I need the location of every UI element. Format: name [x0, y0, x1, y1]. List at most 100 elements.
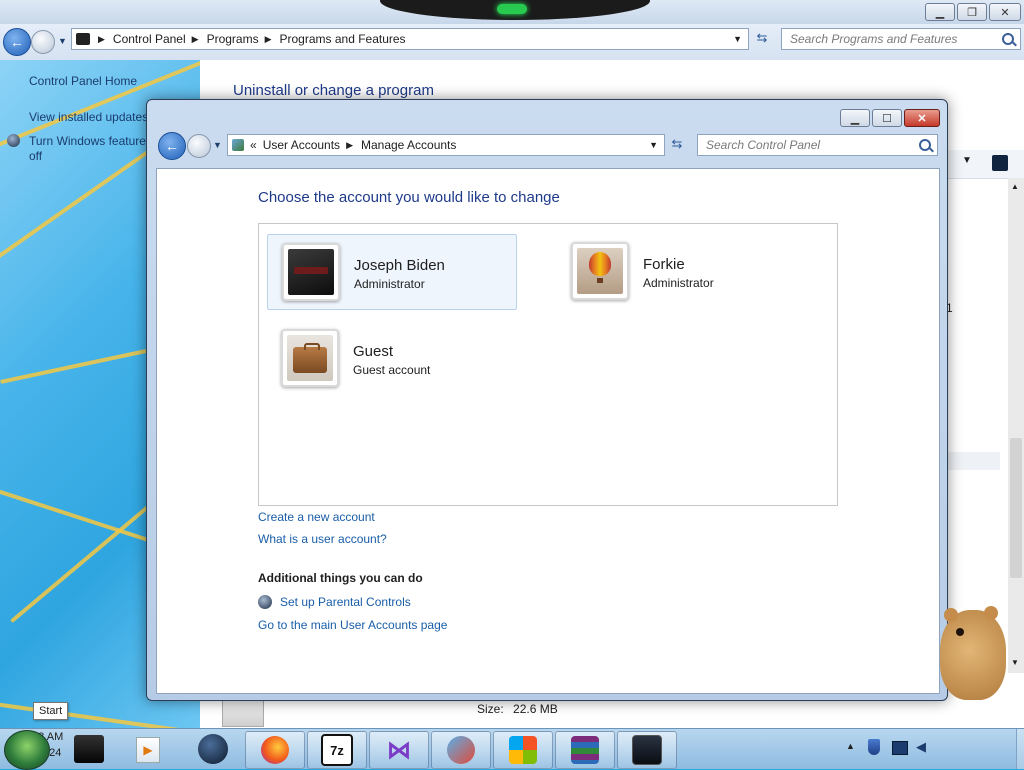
account-picture: [281, 329, 339, 387]
breadcrumb-overflow[interactable]: «: [250, 138, 257, 152]
firefox-icon: [261, 736, 289, 764]
bg-search-placeholder: Search Programs and Features: [790, 32, 958, 46]
program-icon: [222, 697, 264, 727]
main-user-accounts-link[interactable]: Go to the main User Accounts page: [258, 618, 447, 632]
globe-app-icon[interactable]: [198, 734, 228, 764]
security-shield-icon[interactable]: [868, 739, 880, 755]
hamster-body: [940, 610, 1006, 700]
monitor-app-icon: [632, 735, 662, 765]
account-type: Administrator: [643, 276, 714, 290]
manage-accounts-window: ▁ ☐ ✕ ← ▼ « User Accounts ▶ Manage Accou…: [146, 99, 948, 701]
breadcrumb-arrow-icon: ▶: [346, 139, 353, 150]
winrar-icon: [571, 736, 599, 764]
refresh-icon[interactable]: ⇆: [667, 136, 687, 154]
control-panel-icon: [76, 33, 90, 45]
account-joseph-biden[interactable]: Joseph Biden Administrator: [267, 234, 517, 310]
taskbar-windows[interactable]: [493, 731, 553, 769]
address-bar[interactable]: « User Accounts ▶ Manage Accounts ▼: [227, 134, 665, 156]
scroll-down-icon[interactable]: ▼: [1011, 658, 1019, 667]
history-dropdown-icon[interactable]: ▼: [213, 140, 222, 150]
search-placeholder: Search Control Panel: [706, 138, 821, 152]
minimize-button[interactable]: ▁: [840, 109, 870, 127]
start-button[interactable]: [4, 730, 50, 770]
close-button[interactable]: ✕: [904, 109, 940, 127]
hot-air-balloon-picture: [577, 248, 623, 294]
bg-page-title: Uninstall or change a program: [233, 82, 434, 99]
bg-column-area: [946, 452, 1000, 470]
account-type: Guest account: [353, 363, 431, 377]
account-forkie[interactable]: Forkie Administrator: [557, 234, 805, 308]
hamster-eye: [956, 628, 964, 636]
forward-button[interactable]: [187, 134, 211, 158]
breadcrumb-control-panel[interactable]: Control Panel: [113, 32, 186, 46]
account-name: Joseph Biden: [354, 257, 445, 274]
taskbar-firefox[interactable]: [245, 731, 305, 769]
shield-globe-icon: [7, 134, 20, 147]
account-picture: [282, 243, 340, 301]
taskbar-visual-studio[interactable]: ⋈: [369, 731, 429, 769]
close-icon: ✕: [917, 112, 927, 125]
help-icon[interactable]: [992, 155, 1008, 171]
back-arrow-icon: ←: [10, 34, 24, 50]
breadcrumb-user-accounts[interactable]: User Accounts: [263, 138, 340, 152]
app-icon[interactable]: [74, 735, 104, 763]
control-panel-home-link[interactable]: Control Panel Home: [29, 74, 137, 88]
search-input[interactable]: Search Control Panel: [697, 134, 938, 156]
restore-icon: ❐: [967, 6, 977, 19]
show-desktop-button[interactable]: [1016, 729, 1024, 769]
bg-close-button[interactable]: ✕: [989, 3, 1021, 21]
account-guest[interactable]: Guest Guest account: [267, 321, 515, 395]
view-icon[interactable]: ▼: [962, 155, 972, 166]
bg-search-input[interactable]: Search Programs and Features: [781, 28, 1021, 50]
breadcrumb-programs[interactable]: Programs: [207, 32, 259, 46]
7zip-icon: 7z: [321, 734, 353, 766]
bg-address-row: ← ▼ ▶ Control Panel ▶ Programs ▶ Program…: [0, 24, 1024, 60]
scroll-up-icon[interactable]: ▲: [1011, 182, 1019, 191]
turn-windows-features-link-cont[interactable]: off: [29, 149, 42, 163]
view-installed-updates-link[interactable]: View installed updates: [29, 110, 148, 124]
address-dropdown-icon[interactable]: ▼: [733, 34, 742, 44]
windows-flag-icon: [509, 736, 537, 764]
taskbar-network-app[interactable]: [431, 731, 491, 769]
wallpaper-streak: [0, 700, 200, 728]
taskbar-winrar[interactable]: [555, 731, 615, 769]
bg-refresh-icon[interactable]: ⇆: [752, 30, 772, 48]
taskbar-7zip[interactable]: 7z: [307, 731, 367, 769]
bg-scrollbar[interactable]: ▲ ▼: [1008, 178, 1024, 673]
visual-studio-icon: ⋈: [387, 736, 411, 764]
hamster-gadget: [932, 604, 1012, 704]
close-icon: ✕: [1000, 6, 1010, 19]
taskbar-monitor-app[interactable]: [617, 731, 677, 769]
volume-icon[interactable]: ◀: [916, 739, 930, 755]
scroll-thumb[interactable]: [1010, 438, 1022, 578]
maximize-icon: ☐: [882, 112, 892, 125]
maximize-button[interactable]: ☐: [872, 109, 902, 127]
breadcrumb-programs-and-features[interactable]: Programs and Features: [280, 32, 406, 46]
bg-minimize-button[interactable]: ▁: [925, 3, 955, 21]
bg-forward-button[interactable]: [31, 30, 55, 54]
user-accounts-icon: [232, 139, 244, 151]
media-player-icon[interactable]: ▶: [136, 737, 160, 763]
start-tooltip: Start: [33, 702, 69, 720]
network-icon[interactable]: [892, 741, 908, 755]
hamster-ear: [944, 608, 958, 622]
7zip-label: 7z: [330, 742, 344, 758]
bg-address-bar[interactable]: ▶ Control Panel ▶ Programs ▶ Programs an…: [71, 28, 749, 50]
address-dropdown-icon[interactable]: ▼: [649, 140, 658, 150]
back-button[interactable]: ←: [158, 132, 186, 160]
bg-back-button[interactable]: ←: [3, 28, 31, 56]
breadcrumb-manage-accounts[interactable]: Manage Accounts: [361, 138, 456, 152]
breadcrumb-arrow-icon: ▶: [264, 33, 272, 44]
additional-things-heading: Additional things you can do: [258, 571, 423, 585]
parental-controls-link[interactable]: Set up Parental Controls: [280, 595, 411, 609]
what-is-user-account-link[interactable]: What is a user account?: [258, 532, 387, 546]
breadcrumb-arrow-icon: ▶: [191, 33, 199, 44]
minimize-icon: ▁: [850, 112, 860, 125]
bg-history-dropdown-icon[interactable]: ▼: [58, 36, 67, 46]
create-new-account-link[interactable]: Create a new account: [258, 510, 375, 524]
show-hidden-icons[interactable]: ▲: [846, 741, 855, 751]
bg-restore-button[interactable]: ❐: [957, 3, 987, 21]
content-pane: Choose the account you would like to cha…: [156, 168, 940, 694]
search-icon: [919, 139, 931, 151]
bg-toolbar: [946, 150, 1024, 179]
